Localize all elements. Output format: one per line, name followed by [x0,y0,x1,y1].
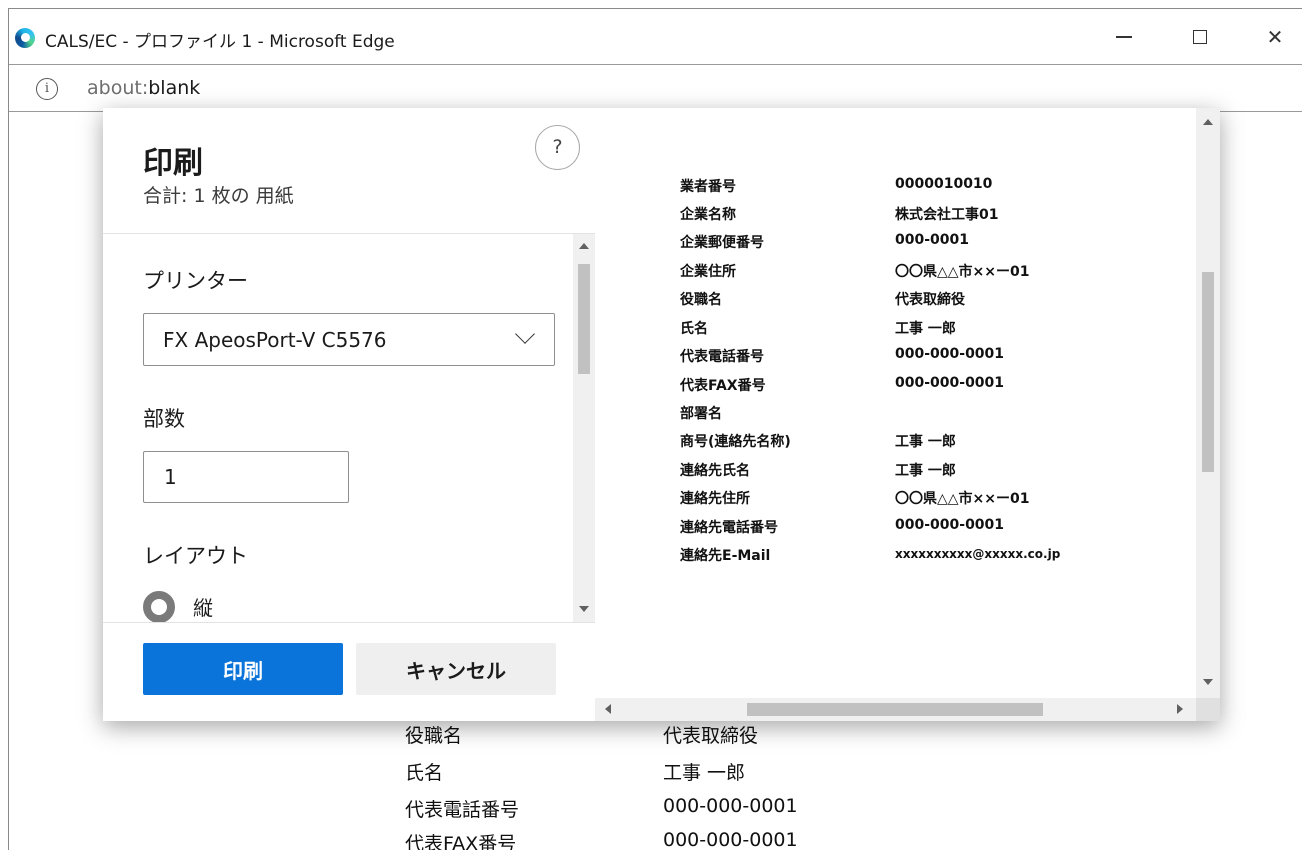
sheet-count: 合計: 1 枚の 用紙 [143,185,294,207]
layout-portrait-label: 縦 [193,596,213,620]
help-button[interactable]: ? [535,125,580,170]
preview-value: 0000010010 [895,176,993,192]
preview-page: 業者番号 0000010010 企業名称 株式会社工事01 企業郵便番号 000… [595,108,1196,698]
printer-label: プリンター [143,269,248,293]
bg-label: 代表FAX番号 [405,833,517,850]
preview-value: 〇〇県△△市××ー01 [895,264,1030,280]
address-bar[interactable]: i about:blank [9,64,1302,112]
preview-value: 工事 一郎 [895,434,956,450]
settings-scroll-thumb[interactable] [578,264,590,374]
preview-vertical-thumb[interactable] [1202,272,1214,472]
preview-label: 企業住所 [680,264,736,280]
preview-label: 氏名 [680,321,708,337]
maximize-icon [1193,30,1207,44]
divider [103,233,595,234]
window-title: CALS/EC - プロファイル 1 - Microsoft Edge [45,32,395,52]
title-bar: CALS/EC - プロファイル 1 - Microsoft Edge ✕ [9,9,1302,64]
bg-value: 000-000-0001 [663,795,798,817]
preview-value: xxxxxxxxxx@xxxxx.co.jp [895,547,1061,561]
preview-value: 工事 一郎 [895,463,956,479]
preview-label: 連絡先電話番号 [680,520,778,536]
preview-label: 連絡先住所 [680,491,750,507]
cancel-button[interactable]: キャンセル [356,643,556,695]
scroll-left-icon[interactable] [605,704,611,714]
print-dialog: 印刷 合計: 1 枚の 用紙 ? プリンター FX ApeosPort-V C5… [103,108,1220,721]
browser-window: CALS/EC - プロファイル 1 - Microsoft Edge ✕ i … [8,8,1302,850]
bg-value: 代表取締役 [663,725,759,747]
preview-horizontal-thumb[interactable] [747,703,1043,716]
scroll-down-icon[interactable] [579,606,589,612]
preview-label: 部署名 [680,406,722,422]
printer-select-value: FX ApeosPort-V C5576 [163,328,387,352]
scrollbar-corner [1196,698,1220,721]
minimize-button[interactable] [1101,17,1147,57]
bg-value: 000-000-0001 [663,829,798,850]
divider [103,622,595,623]
bg-value: 工事 一郎 [663,762,746,784]
preview-value: 000-0001 [895,232,969,248]
scroll-up-icon[interactable] [1203,119,1213,125]
layout-portrait-radio[interactable] [143,591,175,623]
print-settings-panel: 印刷 合計: 1 枚の 用紙 ? プリンター FX ApeosPort-V C5… [103,108,595,721]
close-icon: ✕ [1266,25,1284,49]
address-path: blank [148,77,201,99]
preview-label: 企業郵便番号 [680,235,764,251]
preview-label: 代表FAX番号 [680,378,766,394]
scroll-up-icon[interactable] [579,243,589,249]
edge-logo-icon [15,28,35,48]
preview-value: 株式会社工事01 [895,207,999,223]
preview-label: 連絡先氏名 [680,463,750,479]
preview-value: 000-000-0001 [895,346,1005,362]
close-button[interactable]: ✕ [1252,17,1298,57]
preview-vertical-scrollbar[interactable] [1196,108,1220,698]
chevron-down-icon [515,324,535,344]
copies-input[interactable]: 1 [143,451,349,503]
print-dialog-title: 印刷 [143,146,203,181]
preview-label: 役職名 [680,292,722,308]
printer-select[interactable]: FX ApeosPort-V C5576 [143,313,555,366]
layout-label: レイアウト [143,544,248,568]
preview-value: 000-000-0001 [895,517,1005,533]
preview-value: 〇〇県△△市××ー01 [895,491,1030,507]
print-button[interactable]: 印刷 [143,643,343,695]
bg-label: 役職名 [405,725,463,747]
settings-scrollbar[interactable] [573,234,595,622]
address-scheme: about: [87,77,149,99]
scroll-right-icon[interactable] [1177,704,1183,714]
preview-value: 代表取締役 [895,292,965,308]
info-icon[interactable]: i [36,78,58,100]
address-text[interactable]: about:blank [87,77,200,99]
preview-label: 商号(連絡先名称) [680,434,791,450]
preview-label: 連絡先E-Mail [680,548,771,564]
preview-label: 企業名称 [680,207,736,223]
bg-label: 代表電話番号 [405,799,520,821]
copies-label: 部数 [143,407,185,431]
preview-value: 工事 一郎 [895,321,956,337]
scroll-down-icon[interactable] [1203,679,1213,685]
preview-label: 代表電話番号 [680,349,764,365]
preview-value: 000-000-0001 [895,375,1005,391]
print-preview-pane: 業者番号 0000010010 企業名称 株式会社工事01 企業郵便番号 000… [595,108,1220,721]
preview-horizontal-scrollbar[interactable] [595,698,1196,721]
maximize-button[interactable] [1177,17,1223,57]
minimize-icon [1116,36,1132,38]
preview-label: 業者番号 [680,179,736,195]
bg-label: 氏名 [405,762,444,784]
